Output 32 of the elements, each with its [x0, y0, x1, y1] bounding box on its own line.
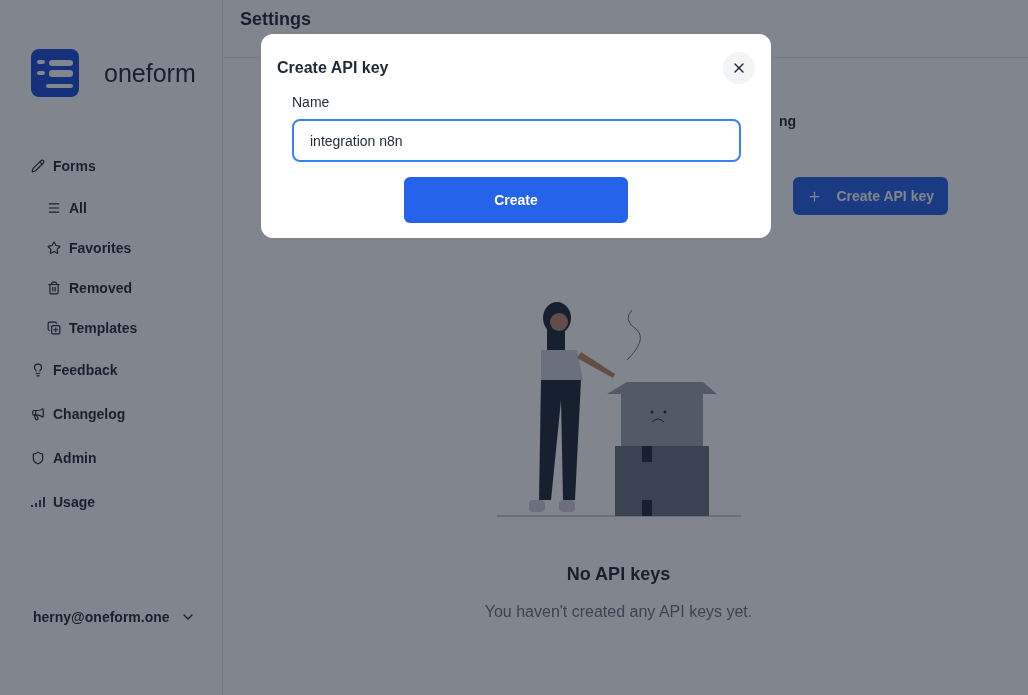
sidebar-subitem[interactable]: Removed — [31, 268, 133, 308]
sidebar-item[interactable]: Changelog — [31, 392, 126, 436]
field-label: Name — [292, 94, 330, 110]
nav-icon — [31, 407, 45, 421]
nav-icon — [47, 281, 61, 295]
signal-bars-icon — [31, 497, 45, 507]
name-input-field[interactable]: integration n8n — [292, 119, 741, 162]
sidebar-item[interactable]: Feedback — [31, 348, 118, 392]
account-menu[interactable]: herny@oneform.one — [31, 609, 196, 625]
nav-icon — [31, 159, 45, 173]
empty-state-text: You haven't created any API keys yet. — [484, 603, 753, 621]
nav-icon — [47, 201, 61, 215]
sidebar-subitem[interactable]: Templates — [31, 308, 138, 348]
empty-state-title: No API keys — [566, 564, 671, 585]
sidebar-subitem[interactable]: All — [31, 188, 87, 228]
sidebar-item[interactable]: Forms — [31, 144, 96, 188]
sidebar-item[interactable]: Admin — [31, 436, 97, 480]
create-api-key-button[interactable]: Create API key — [793, 177, 948, 215]
logo-icon — [31, 49, 79, 97]
nav-icon — [31, 363, 45, 377]
nav-icon — [31, 451, 45, 465]
sidebar-item[interactable]: Usage — [31, 480, 96, 524]
page-title: Settings — [240, 9, 311, 30]
dialog-title: Create API key — [277, 59, 389, 77]
plus-icon — [807, 188, 823, 204]
section-text: ng — [779, 113, 797, 129]
sidebar-subitem[interactable]: Favorites — [31, 228, 132, 268]
nav-icon — [47, 321, 61, 335]
close-button[interactable] — [723, 52, 755, 84]
logo-text: oneform — [104, 58, 196, 88]
nav-icon — [47, 241, 61, 255]
create-button[interactable]: Create — [404, 177, 628, 223]
